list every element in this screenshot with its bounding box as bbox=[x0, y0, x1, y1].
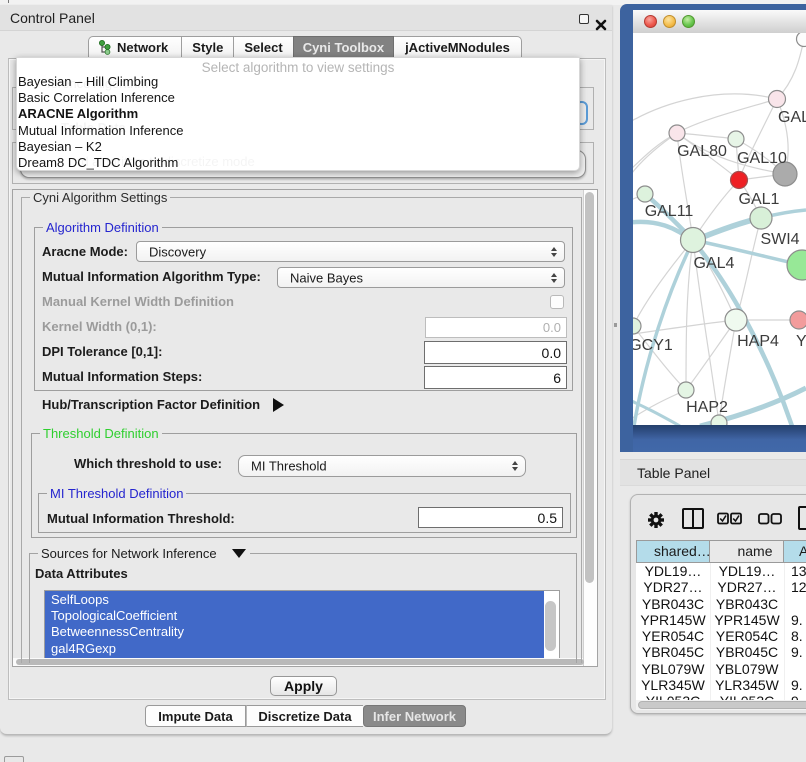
svg-text:HAP2: HAP2 bbox=[686, 399, 728, 416]
svg-text:GAL10: GAL10 bbox=[737, 150, 787, 167]
svg-text:GAL11: GAL11 bbox=[645, 203, 694, 220]
svg-text:GAL80: GAL80 bbox=[677, 143, 727, 160]
svg-text:GAL1: GAL1 bbox=[739, 191, 780, 208]
svg-text:HAP4: HAP4 bbox=[737, 333, 779, 350]
svg-text:GAL7: GAL7 bbox=[778, 109, 806, 126]
svg-text:GCY1: GCY1 bbox=[633, 337, 673, 354]
svg-text:YL: YL bbox=[796, 333, 806, 350]
svg-text:SWI4: SWI4 bbox=[760, 231, 799, 248]
svg-text:GAL4: GAL4 bbox=[694, 255, 735, 272]
